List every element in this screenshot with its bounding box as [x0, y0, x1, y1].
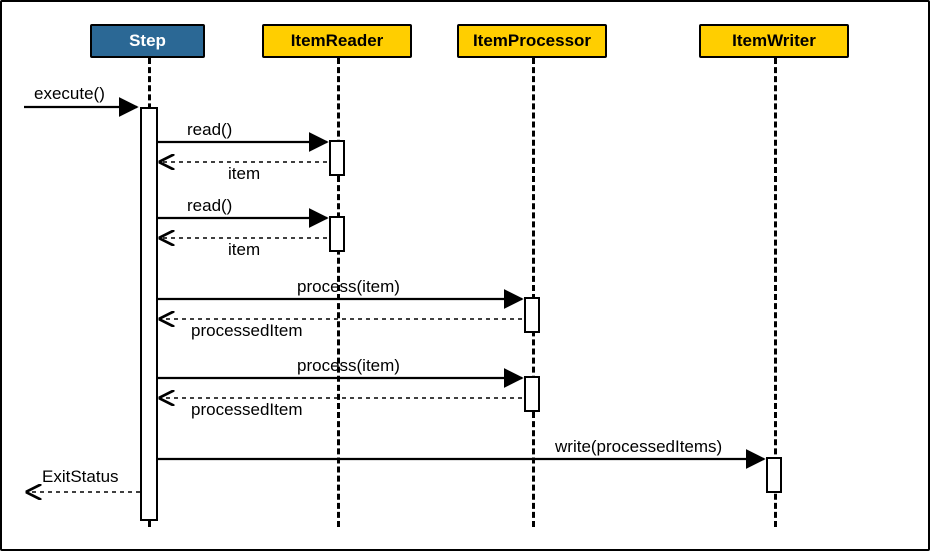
activation-processor-2 — [524, 376, 540, 412]
participant-step: Step — [90, 24, 205, 58]
participant-itemwriter: ItemWriter — [699, 24, 849, 58]
activation-reader-2 — [329, 216, 345, 252]
participant-itemreader: ItemReader — [262, 24, 412, 58]
lifeline-processor — [532, 58, 535, 527]
label-write-call: write(processedItems) — [555, 437, 722, 457]
activation-reader-1 — [329, 140, 345, 176]
label-read1-return: item — [228, 164, 260, 184]
label-read2-call: read() — [187, 196, 232, 216]
activation-writer — [766, 457, 782, 493]
label-proc1-return: processedItem — [191, 321, 303, 341]
label-execute: execute() — [34, 84, 105, 104]
label-proc2-return: processedItem — [191, 400, 303, 420]
label-read2-return: item — [228, 240, 260, 260]
label-read1-call: read() — [187, 120, 232, 140]
activation-step-main — [140, 107, 158, 521]
sequence-diagram-frame: Step ItemReader ItemProcessor ItemWriter — [0, 0, 930, 551]
activation-processor-1 — [524, 297, 540, 333]
participant-itemprocessor: ItemProcessor — [457, 24, 607, 58]
label-exitstatus: ExitStatus — [42, 467, 119, 487]
label-proc2-call: process(item) — [297, 356, 400, 376]
label-proc1-call: process(item) — [297, 277, 400, 297]
